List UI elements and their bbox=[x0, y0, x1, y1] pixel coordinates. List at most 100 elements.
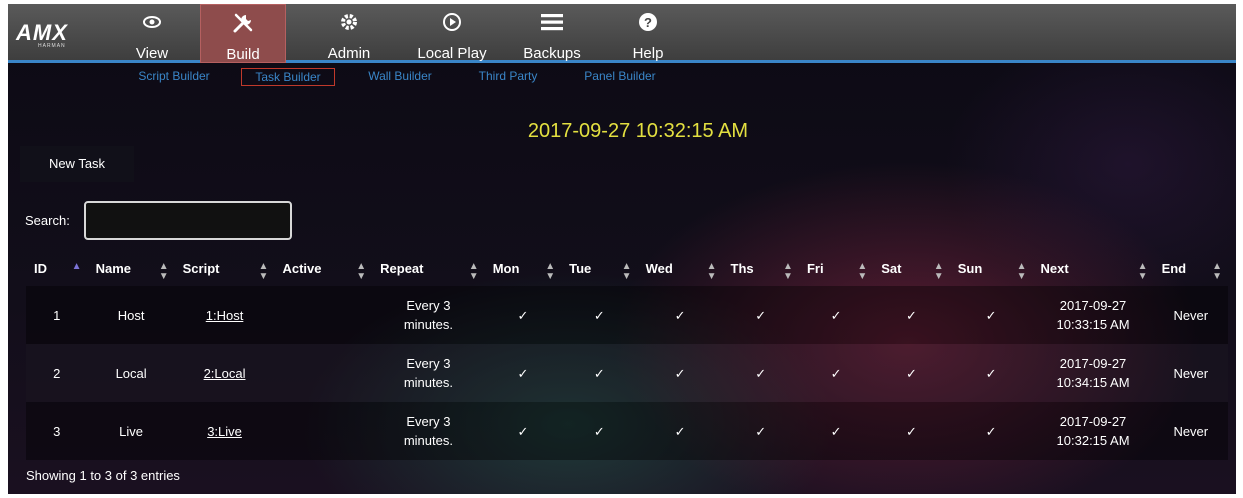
subnav-third-party[interactable]: Third Party bbox=[470, 68, 546, 86]
check-icon: ✓ bbox=[949, 344, 1033, 402]
col-header-label: Name bbox=[95, 260, 131, 276]
nav-view-label: View bbox=[135, 45, 169, 62]
col-header-mon[interactable]: Mon ▲ ▼ bbox=[485, 250, 561, 286]
check-icon: ✓ bbox=[637, 402, 723, 460]
eye-icon bbox=[126, 12, 178, 32]
check-icon: ✓ bbox=[637, 286, 723, 344]
col-header-sat[interactable]: Sat ▲ ▼ bbox=[873, 250, 949, 286]
sort-icon: ▲ ▼ bbox=[857, 261, 868, 282]
search-input[interactable] bbox=[84, 201, 292, 240]
new-task-button[interactable]: New Task bbox=[20, 146, 134, 182]
check-icon: ✓ bbox=[484, 286, 562, 344]
sub-nav: Script Builder Task Builder Wall Builder… bbox=[8, 66, 1236, 88]
cell-end: Never bbox=[1153, 402, 1228, 460]
check-icon: ✓ bbox=[798, 286, 874, 344]
cell-next: 2017-09-27 10:34:15 AM bbox=[1032, 344, 1154, 402]
subnav-panel-builder[interactable]: Panel Builder bbox=[574, 68, 666, 86]
cell-repeat: Every 3 minutes. bbox=[372, 402, 485, 460]
nav-view[interactable]: View bbox=[126, 4, 178, 63]
check-icon: ✓ bbox=[722, 402, 799, 460]
check-icon: ✓ bbox=[798, 402, 874, 460]
nav-build-label: Build bbox=[226, 46, 260, 63]
table-row[interactable]: 1 Host 1:Host Every 3 minutes. ✓ ✓ ✓ ✓ ✓ … bbox=[26, 286, 1228, 344]
next-time: 10:33:15 AM bbox=[1056, 317, 1130, 332]
col-header-end[interactable]: End ▲ ▼ bbox=[1154, 250, 1228, 286]
col-header-fri[interactable]: Fri ▲ ▼ bbox=[799, 250, 873, 286]
col-header-label: Tue bbox=[569, 260, 592, 276]
col-header-label: End bbox=[1161, 260, 1187, 276]
nav-backups-label: Backups bbox=[523, 45, 581, 62]
nav-local-play-label: Local Play bbox=[417, 45, 487, 62]
check-icon: ✓ bbox=[722, 286, 799, 344]
current-datetime: 2017-09-27 10:32:15 AM bbox=[527, 120, 749, 142]
nav-backups[interactable]: Backups bbox=[512, 4, 592, 63]
col-header-active[interactable]: Active ▲ ▼ bbox=[274, 250, 372, 286]
script-link[interactable]: 3:Live bbox=[207, 424, 242, 439]
repeat-line: Every 3 bbox=[406, 298, 451, 313]
col-header-label: Sat bbox=[881, 260, 902, 276]
nav-local-play[interactable]: Local Play bbox=[406, 4, 498, 63]
cell-script: 3:Live bbox=[174, 402, 275, 460]
sort-icon: ▲ ▼ bbox=[621, 261, 632, 282]
col-header-label: Ths bbox=[730, 260, 754, 276]
table-header-row: ID ▲ Name ▲ ▼ Script ▲ ▼ Active ▲ ▼ Repeat ▲ ▼ Mo… bbox=[26, 250, 1228, 286]
repeat-line: Every 3 bbox=[406, 356, 451, 371]
app-frame: AMX HARMAN View Build Admin Local Play B… bbox=[8, 4, 1236, 494]
col-header-tue[interactable]: Tue ▲ ▼ bbox=[561, 250, 637, 286]
subnav-wall-builder[interactable]: Wall Builder bbox=[358, 68, 442, 86]
cell-next: 2017-09-27 10:32:15 AM bbox=[1032, 402, 1154, 460]
col-header-repeat[interactable]: Repeat ▲ ▼ bbox=[372, 250, 485, 286]
check-icon: ✓ bbox=[484, 344, 562, 402]
repeat-line: minutes. bbox=[403, 433, 453, 448]
nav-build[interactable]: Build bbox=[200, 4, 286, 63]
repeat-line: minutes. bbox=[403, 375, 453, 390]
script-link[interactable]: 2:Local bbox=[204, 366, 246, 381]
check-icon: ✓ bbox=[637, 344, 723, 402]
col-header-label: Mon bbox=[492, 260, 520, 276]
col-header-label: Script bbox=[182, 260, 220, 276]
check-icon: ✓ bbox=[873, 402, 950, 460]
subnav-task-builder[interactable]: Task Builder bbox=[241, 68, 335, 86]
col-header-script[interactable]: Script ▲ ▼ bbox=[175, 250, 275, 286]
cell-script: 2:Local bbox=[174, 344, 275, 402]
script-link[interactable]: 1:Host bbox=[206, 308, 244, 323]
col-header-sun[interactable]: Sun ▲ ▼ bbox=[950, 250, 1033, 286]
top-nav-bar: AMX HARMAN View Build Admin Local Play B… bbox=[8, 4, 1236, 63]
col-header-next[interactable]: Next ▲ ▼ bbox=[1033, 250, 1154, 286]
sort-icon: ▲ ▼ bbox=[1212, 261, 1222, 282]
check-icon: ✓ bbox=[949, 286, 1033, 344]
cell-end: Never bbox=[1153, 344, 1228, 402]
col-header-wed[interactable]: Wed ▲ ▼ bbox=[638, 250, 723, 286]
logo-subtext: HARMAN bbox=[38, 43, 66, 49]
amx-logo[interactable]: AMX HARMAN bbox=[16, 20, 88, 50]
search-label: Search: bbox=[25, 213, 70, 228]
check-icon: ✓ bbox=[561, 286, 638, 344]
cell-id: 2 bbox=[26, 344, 88, 402]
help-circle-icon: ? bbox=[624, 12, 672, 32]
cell-name: Local bbox=[87, 344, 175, 402]
sort-icon: ▲ ▼ bbox=[258, 261, 269, 282]
cell-repeat: Every 3 minutes. bbox=[372, 344, 485, 402]
cell-repeat: Every 3 minutes. bbox=[372, 286, 485, 344]
col-header-ths[interactable]: Ths ▲ ▼ bbox=[723, 250, 799, 286]
col-header-label: Wed bbox=[645, 260, 673, 276]
sort-icon: ▲ ▼ bbox=[1137, 261, 1148, 282]
check-icon: ✓ bbox=[798, 344, 874, 402]
table-row[interactable]: 3 Live 3:Live Every 3 minutes. ✓ ✓ ✓ ✓ ✓ … bbox=[26, 402, 1228, 460]
cell-next: 2017-09-27 10:33:15 AM bbox=[1032, 286, 1154, 344]
next-time: 10:32:15 AM bbox=[1056, 433, 1130, 448]
nav-admin[interactable]: Admin bbox=[320, 4, 378, 63]
sort-icon: ▲ ▼ bbox=[783, 261, 793, 282]
col-header-name[interactable]: Name ▲ ▼ bbox=[88, 250, 175, 286]
subnav-script-builder[interactable]: Script Builder bbox=[126, 68, 222, 86]
nav-help[interactable]: ? Help bbox=[624, 4, 672, 63]
col-header-id[interactable]: ID ▲ bbox=[26, 250, 88, 286]
sort-icon: ▲ ▼ bbox=[356, 261, 367, 282]
col-header-label: Next bbox=[1040, 260, 1069, 276]
play-circle-icon bbox=[406, 12, 498, 32]
cell-name: Live bbox=[87, 402, 175, 460]
cell-active bbox=[274, 344, 373, 402]
col-header-label: Repeat bbox=[380, 260, 424, 276]
table-row[interactable]: 2 Local 2:Local Every 3 minutes. ✓ ✓ ✓ ✓ … bbox=[26, 344, 1228, 402]
next-date: 2017-09-27 bbox=[1059, 298, 1127, 313]
